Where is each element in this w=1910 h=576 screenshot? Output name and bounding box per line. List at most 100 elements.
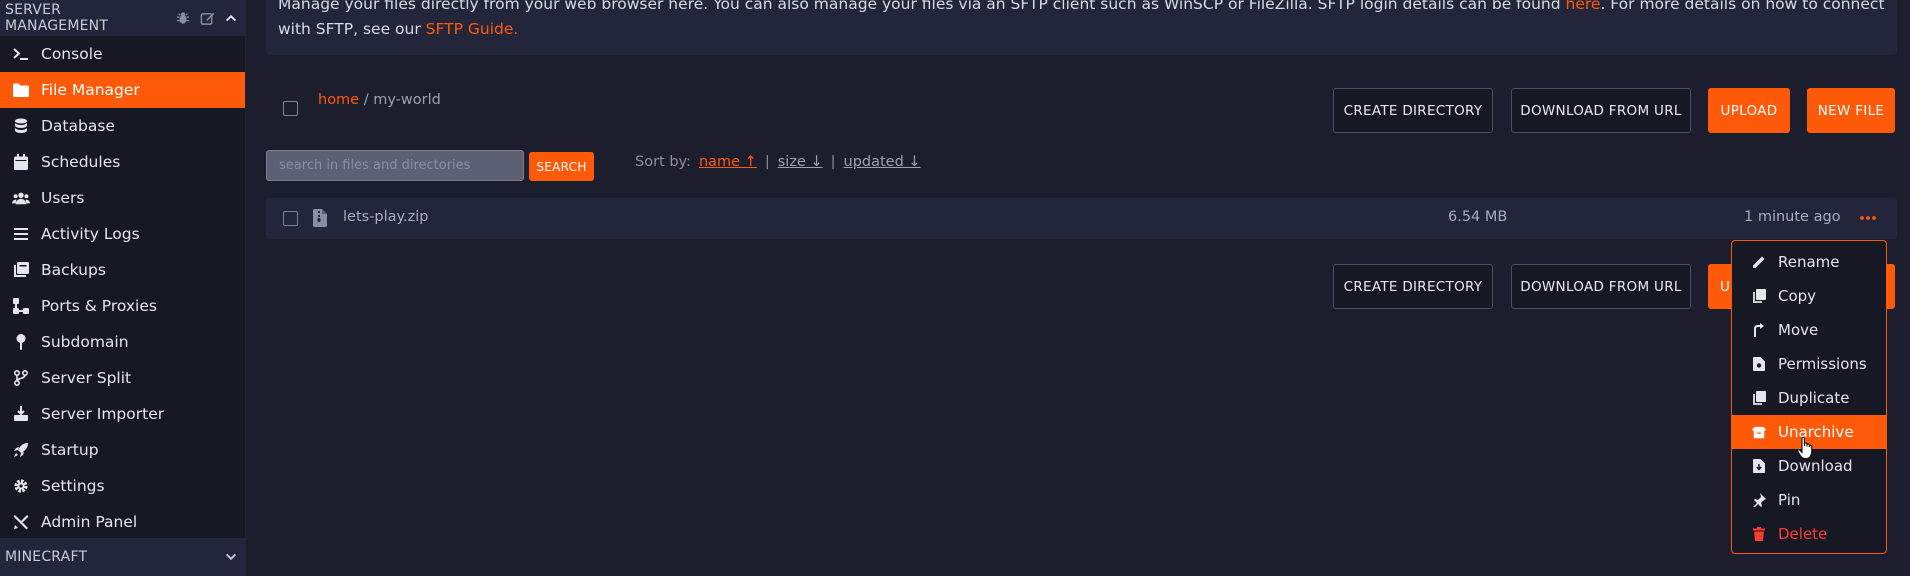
gear-icon (12, 477, 30, 495)
file-archive-icon (313, 209, 327, 231)
split-icon (12, 369, 30, 387)
backup-icon (12, 261, 30, 279)
file-name[interactable]: lets-play.zip (343, 209, 429, 225)
menu-item-permissions[interactable]: Permissions (1732, 347, 1886, 381)
sidebar-item-label: Ports & Proxies (41, 297, 157, 315)
menu-item-delete[interactable]: Delete (1732, 517, 1886, 551)
sidebar-item-settings[interactable]: Settings (0, 468, 245, 504)
breadcrumb: home / my-world (318, 92, 441, 108)
calendar-icon (12, 153, 30, 171)
search-button[interactable]: SEARCH (529, 152, 594, 181)
menu-item-rename[interactable]: Rename (1732, 245, 1886, 279)
permissions-icon (1752, 357, 1766, 371)
menu-item-move[interactable]: Move (1732, 313, 1886, 347)
sidebar: SERVER MANAGEMENT Console File Manager D… (0, 0, 246, 576)
search-input[interactable] (266, 150, 524, 181)
here-link[interactable]: here (1566, 0, 1601, 13)
import-icon (12, 405, 30, 423)
sidebar-item-backups[interactable]: Backups (0, 252, 245, 288)
sidebar-item-activity-logs[interactable]: Activity Logs (0, 216, 245, 252)
breadcrumb-home-link[interactable]: home (318, 92, 359, 108)
tools-icon (12, 513, 30, 531)
notice-line-2: with SFTP, see our SFTP Guide. (278, 17, 1885, 42)
sidebar-item-label: Admin Panel (41, 513, 138, 531)
sidebar-item-file-manager[interactable]: File Manager (0, 72, 245, 108)
rocket-icon (12, 441, 30, 459)
sidebar-item-label: Database (41, 117, 115, 135)
sort-by-name[interactable]: name ↑ (699, 154, 757, 170)
terminal-icon (12, 45, 30, 63)
menu-item-label: Delete (1778, 525, 1828, 543)
select-all-checkbox[interactable] (283, 101, 298, 116)
sort-label: Sort by: (635, 154, 691, 170)
upload-button[interactable]: UPLOAD (1708, 88, 1790, 133)
pencil-icon (1752, 255, 1766, 269)
file-size: 6.54 MB (1448, 209, 1508, 225)
more-options-icon[interactable] (1858, 208, 1878, 228)
create-directory-button[interactable]: CREATE DIRECTORY (1333, 264, 1493, 309)
sidebar-item-admin-panel[interactable]: Admin Panel (0, 504, 245, 540)
menu-item-duplicate[interactable]: Duplicate (1732, 381, 1886, 415)
hand-cursor-icon (1797, 436, 1815, 464)
sidebar-item-label: Server Importer (41, 405, 165, 423)
menu-item-copy[interactable]: Copy (1732, 279, 1886, 313)
move-icon (1752, 323, 1766, 337)
thumbtack-icon (1752, 493, 1766, 507)
notice-text: . For more details on how to connect (1600, 0, 1885, 13)
edit-icon[interactable] (199, 10, 215, 26)
create-directory-button[interactable]: CREATE DIRECTORY (1333, 88, 1493, 133)
chevron-up-icon[interactable] (223, 10, 239, 26)
menu-item-label: Copy (1778, 287, 1817, 305)
menu-item-label: Pin (1778, 491, 1801, 509)
sidebar-section-title: MINECRAFT (5, 549, 88, 565)
sort-controls: Sort by: name ↑ | size ↓ | updated ↓ (635, 154, 921, 170)
file-context-menu: Rename Copy Move Permissions Duplicate U… (1731, 240, 1887, 554)
notice-text: with SFTP, see our (278, 20, 426, 38)
sidebar-item-server-importer[interactable]: Server Importer (0, 396, 245, 432)
menu-item-label: Permissions (1778, 355, 1867, 373)
file-checkbox[interactable] (283, 211, 298, 226)
sidebar-item-label: Subdomain (41, 333, 129, 351)
new-file-button[interactable]: NEW FILE (1807, 88, 1895, 133)
sidebar-item-label: Server Split (41, 369, 132, 387)
users-icon (12, 189, 30, 207)
sidebar-item-label: Activity Logs (41, 225, 140, 243)
sftp-guide-link[interactable]: SFTP Guide. (426, 20, 519, 38)
menu-item-label: Unarchive (1778, 423, 1854, 441)
sidebar-item-server-split[interactable]: Server Split (0, 360, 245, 396)
sidebar-item-label: Users (41, 189, 85, 207)
sidebar-item-database[interactable]: Database (0, 108, 245, 144)
sidebar-section-server-management[interactable]: SERVER MANAGEMENT (0, 0, 245, 36)
bug-icon[interactable] (175, 10, 191, 26)
sftp-notice: Manage your files directly from your web… (266, 0, 1897, 55)
chevron-down-icon[interactable] (223, 549, 239, 565)
sidebar-section-title: SERVER MANAGEMENT (5, 2, 109, 34)
network-icon (12, 297, 30, 315)
menu-item-label: Duplicate (1778, 389, 1850, 407)
copy-icon (1752, 289, 1766, 303)
sidebar-item-console[interactable]: Console (0, 36, 245, 72)
sidebar-item-schedules[interactable]: Schedules (0, 144, 245, 180)
file-row[interactable]: lets-play.zip 6.54 MB 1 minute ago (266, 198, 1897, 239)
database-icon (12, 117, 30, 135)
sidebar-item-startup[interactable]: Startup (0, 432, 245, 468)
breadcrumb-separator: / (363, 92, 369, 108)
menu-item-label: Move (1778, 321, 1819, 339)
sort-by-size[interactable]: size ↓ (778, 154, 823, 170)
sidebar-item-ports-proxies[interactable]: Ports & Proxies (0, 288, 245, 324)
sidebar-item-subdomain[interactable]: Subdomain (0, 324, 245, 360)
sidebar-item-label: Startup (41, 441, 99, 459)
sort-by-updated[interactable]: updated ↓ (844, 154, 921, 170)
sidebar-item-label: Backups (41, 261, 106, 279)
search-row: SEARCH Sort by: name ↑ | size ↓ | update… (266, 150, 1166, 182)
sidebar-item-label: Settings (41, 477, 105, 495)
download-from-url-button[interactable]: DOWNLOAD FROM URL (1511, 264, 1691, 309)
box-open-icon (1752, 425, 1766, 439)
sidebar-section-minecraft[interactable]: MINECRAFT (0, 538, 245, 576)
sidebar-item-users[interactable]: Users (0, 180, 245, 216)
menu-item-label: Download (1778, 457, 1853, 475)
download-from-url-button[interactable]: DOWNLOAD FROM URL (1511, 88, 1691, 133)
menu-item-pin[interactable]: Pin (1732, 483, 1886, 517)
sort-separator: | (764, 154, 770, 170)
pin-icon (12, 333, 30, 351)
